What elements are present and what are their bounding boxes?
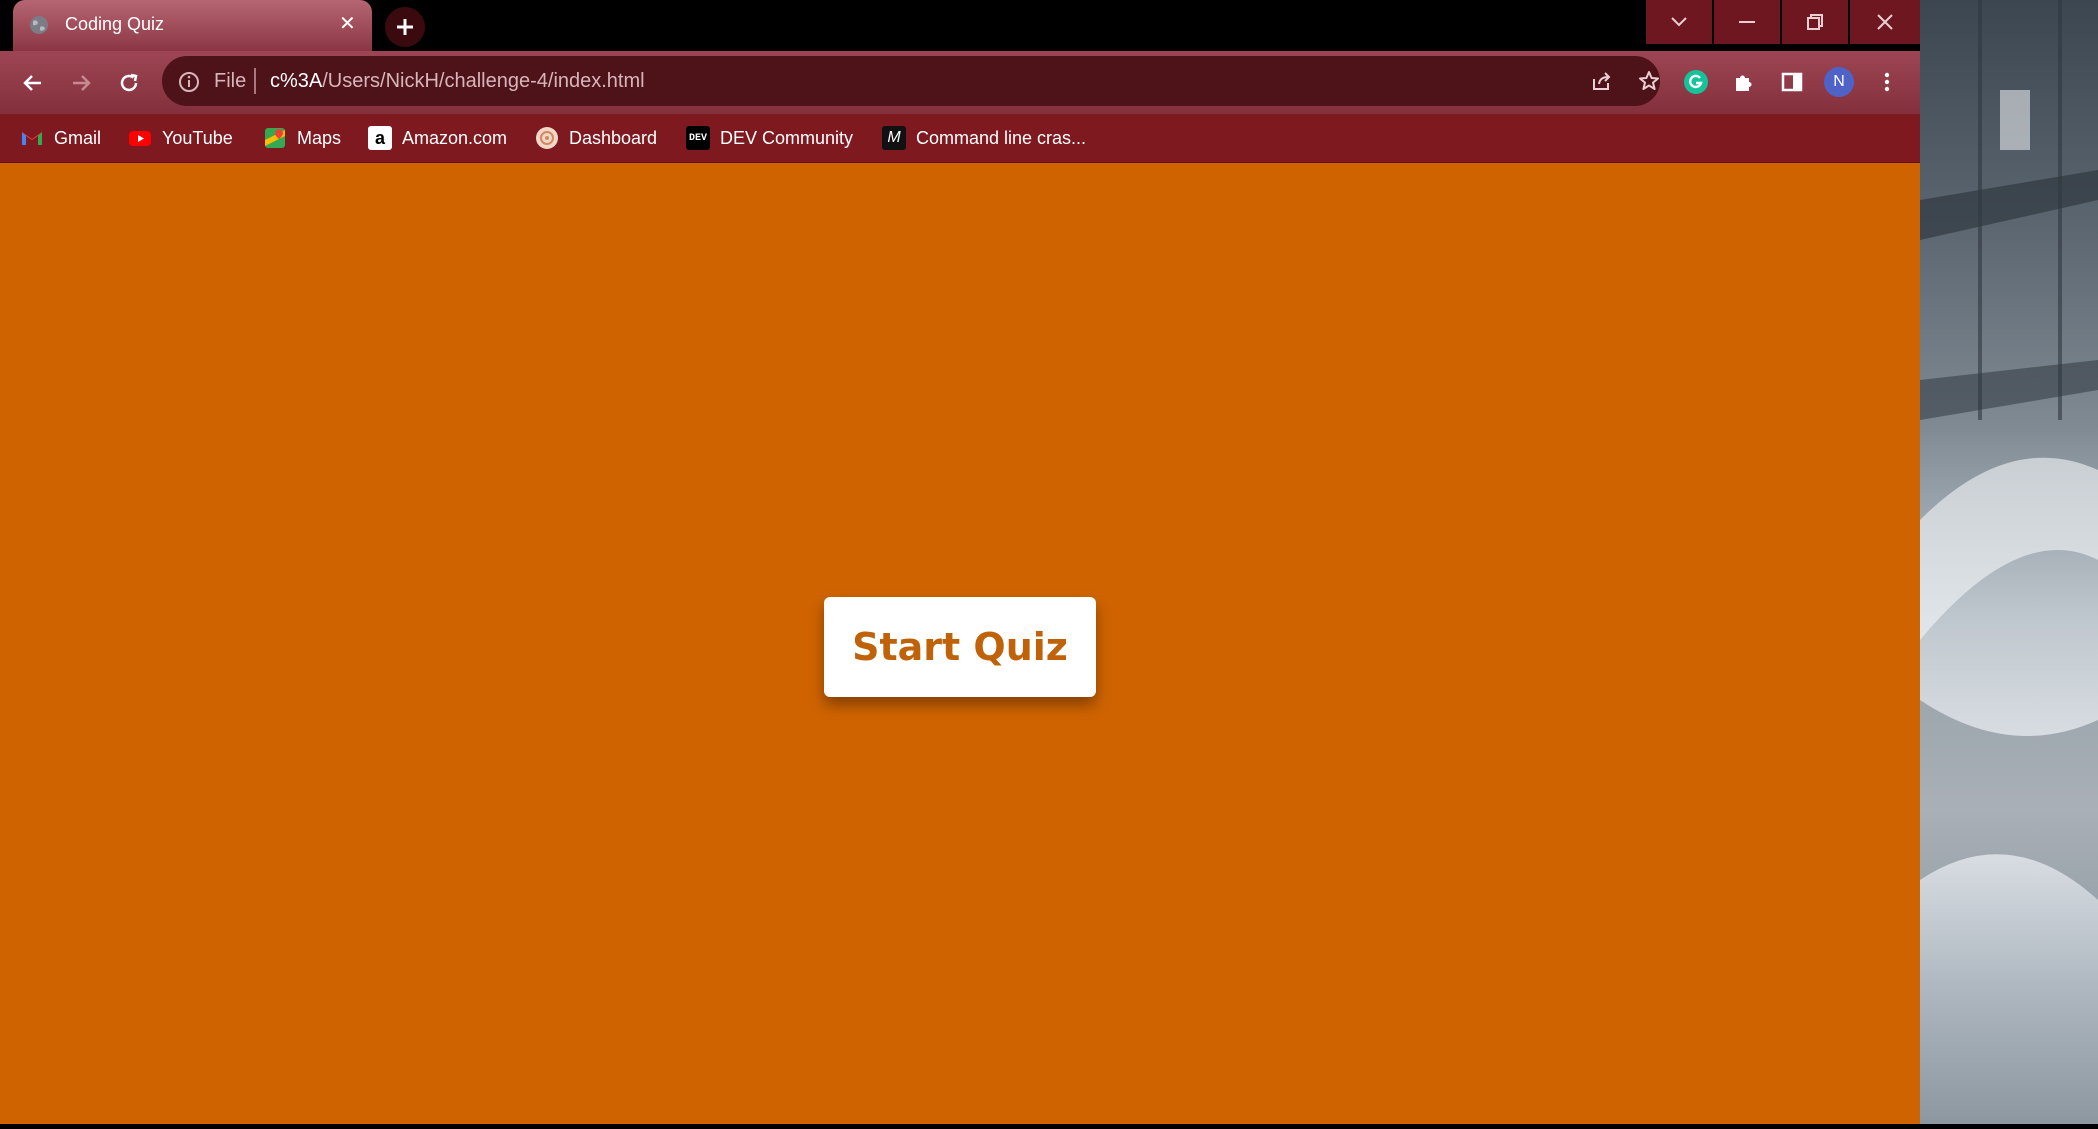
amazon-icon: a xyxy=(368,126,392,150)
bookmark-star-button[interactable] xyxy=(1634,66,1664,96)
reload-button[interactable] xyxy=(115,69,143,97)
bookmark-dev-community[interactable]: DEV DEV Community xyxy=(686,124,853,152)
bookmark-label: Amazon.com xyxy=(402,127,508,148)
youtube-icon xyxy=(129,131,151,146)
bookmark-amazon[interactable]: a Amazon.com xyxy=(368,124,507,152)
close-icon xyxy=(1877,14,1893,30)
url-path: /Users/NickH/challenge-4/index.html xyxy=(322,70,645,92)
maps-icon xyxy=(265,128,285,148)
more-vertical-icon xyxy=(1884,72,1890,92)
side-panel-button[interactable] xyxy=(1777,67,1807,97)
plus-icon xyxy=(397,19,413,35)
tab-title: Coding Quiz xyxy=(65,14,165,34)
back-button[interactable] xyxy=(19,69,47,97)
desktop-wallpaper-image xyxy=(1920,0,2098,900)
start-quiz-button[interactable]: Start Quiz xyxy=(824,597,1096,697)
dashboard-icon xyxy=(536,127,558,149)
share-button[interactable] xyxy=(1587,66,1617,96)
bookmark-label: Maps xyxy=(297,127,342,148)
gmail-icon xyxy=(22,132,42,145)
tab-coding-quiz[interactable]: Coding Quiz ✕ xyxy=(13,0,372,51)
browser-window: Coding Quiz ✕ File c%3A/Users/NickH/chal… xyxy=(0,0,1920,1124)
bookmark-label: Dashboard xyxy=(569,127,658,148)
tab-close-icon[interactable]: ✕ xyxy=(339,12,356,36)
url-host: c%3A xyxy=(270,70,323,92)
address-bar[interactable]: File c%3A/Users/NickH/challenge-4/index.… xyxy=(162,56,1660,106)
star-icon xyxy=(1639,71,1659,90)
puzzle-icon xyxy=(1736,75,1752,91)
grammarly-icon xyxy=(1684,70,1708,94)
grammarly-extension[interactable] xyxy=(1681,67,1711,97)
bookmark-maps[interactable]: Maps xyxy=(263,124,341,152)
tab-search-button[interactable] xyxy=(1646,0,1712,44)
bookmark-label: Gmail xyxy=(54,127,102,148)
bookmark-gmail[interactable]: Gmail xyxy=(20,124,101,152)
menu-button[interactable] xyxy=(1872,67,1902,97)
bookmark-label: Command line cras... xyxy=(916,127,1087,148)
avatar-initial: N xyxy=(1833,73,1845,90)
page-content: Start Quiz xyxy=(0,163,1920,1124)
minimize-icon xyxy=(1739,21,1755,23)
arrow-right-icon xyxy=(73,75,91,91)
restore-button[interactable] xyxy=(1782,0,1848,44)
bookmark-youtube[interactable]: YouTube xyxy=(128,124,233,152)
browser-toolbar: File c%3A/Users/NickH/challenge-4/index.… xyxy=(0,51,1920,114)
profile-avatar[interactable]: N xyxy=(1824,67,1854,97)
title-bar: Coding Quiz ✕ xyxy=(0,0,1920,51)
omnibox-divider xyxy=(254,68,256,94)
bookmark-command-line[interactable]: M Command line cras... xyxy=(882,124,1086,152)
reload-icon xyxy=(120,73,138,92)
close-window-button[interactable] xyxy=(1850,0,1920,44)
command-line-icon: M xyxy=(882,126,906,150)
forward-button[interactable] xyxy=(67,69,95,97)
minimize-button[interactable] xyxy=(1714,0,1780,44)
arrow-left-icon xyxy=(23,75,41,91)
info-icon[interactable] xyxy=(178,71,200,93)
bookmark-dashboard[interactable]: Dashboard xyxy=(535,124,657,152)
globe-icon xyxy=(30,16,48,34)
bookmark-label: DEV Community xyxy=(720,127,854,148)
desktop-background xyxy=(1920,0,2098,1124)
extensions-button[interactable] xyxy=(1729,67,1759,97)
restore-icon xyxy=(1807,14,1823,30)
avatar: N xyxy=(1824,67,1854,97)
share-icon xyxy=(1593,72,1611,90)
side-panel-icon xyxy=(1781,72,1803,92)
command-icon-text: M xyxy=(887,129,901,146)
scheme-label: File xyxy=(214,70,247,92)
bookmark-label: YouTube xyxy=(162,127,233,148)
url-text[interactable]: c%3A/Users/NickH/challenge-4/index.html xyxy=(270,70,645,93)
dev-icon-text: DEV xyxy=(688,132,707,144)
chevron-down-icon xyxy=(1671,17,1687,27)
bookmarks-bar: Gmail YouTube Maps a Amazon.com Dashboar… xyxy=(0,114,1920,163)
amazon-icon-letter: a xyxy=(374,127,385,148)
new-tab-button[interactable] xyxy=(385,7,425,47)
dev-icon: DEV xyxy=(686,126,710,150)
